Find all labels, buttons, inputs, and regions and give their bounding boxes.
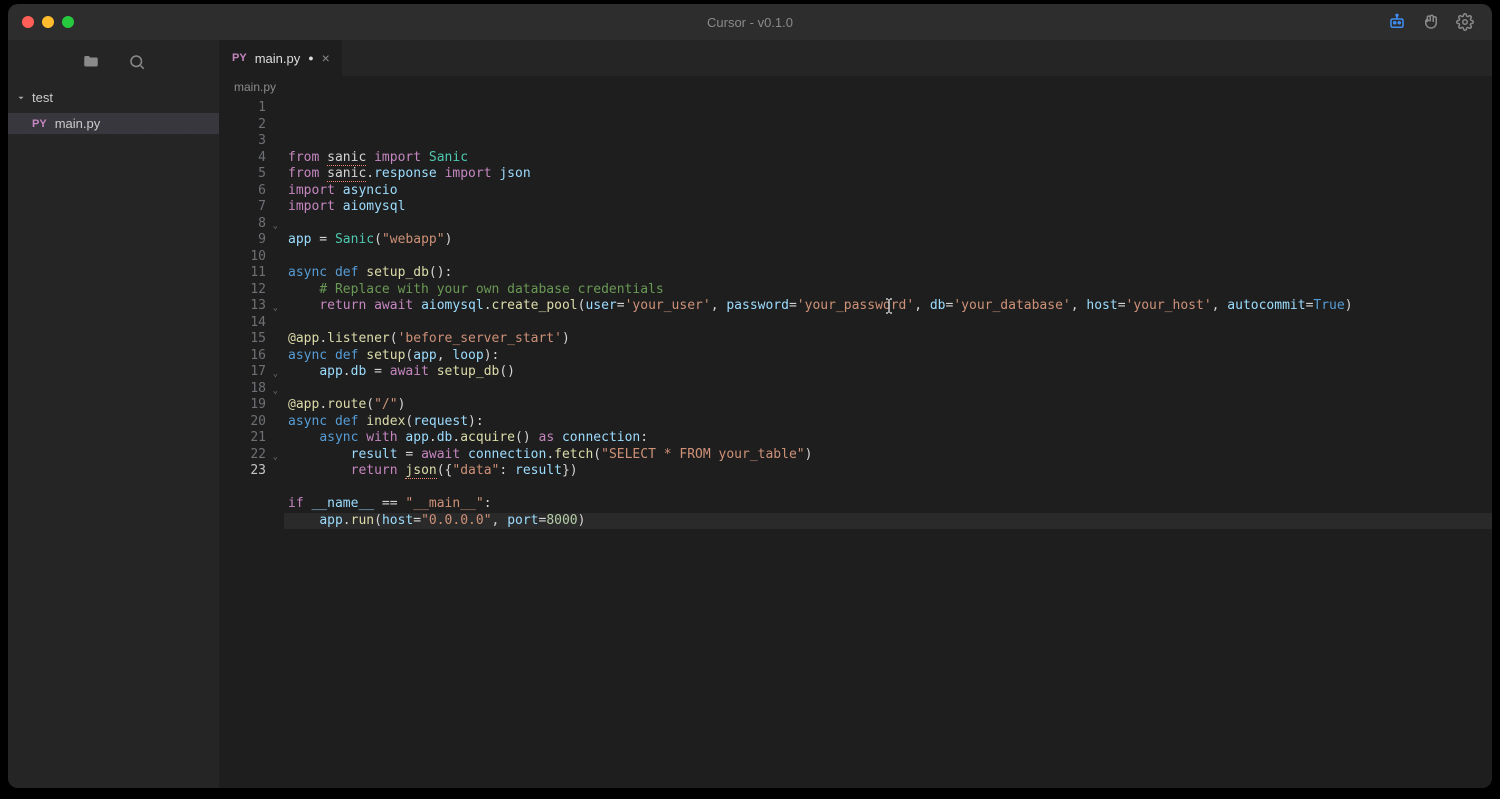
tree-item-main-py[interactable]: PY main.py (8, 113, 219, 134)
code-line[interactable]: async with app.db.acquire() as connectio… (284, 430, 1492, 447)
code-line[interactable]: async def setup(app, loop): (284, 348, 1492, 365)
fold-chevron-icon[interactable]: ⌄ (273, 366, 278, 383)
titlebar: Cursor - v0.1.0 (8, 4, 1492, 40)
code-line[interactable]: @app.listener('before_server_start') (284, 331, 1492, 348)
maximize-window-button[interactable] (62, 16, 74, 28)
code-line[interactable] (284, 249, 1492, 266)
line-number: 10 (220, 249, 266, 266)
close-window-button[interactable] (22, 16, 34, 28)
line-number: 8⌄ (220, 216, 266, 233)
main-area: test PYmain.py PY main.py ● × main.py 12… (8, 40, 1492, 788)
close-icon[interactable]: × (322, 51, 330, 65)
code-line[interactable]: return json({"data": result}) (284, 463, 1492, 480)
code-line[interactable]: # Replace with your own database credent… (284, 282, 1492, 299)
folder-header[interactable]: test (8, 84, 219, 111)
line-number: 23 (220, 463, 266, 480)
fold-chevron-icon[interactable]: ⌄ (273, 300, 278, 317)
code-line[interactable]: from sanic.response import json (284, 166, 1492, 183)
code-line[interactable]: import asyncio (284, 183, 1492, 200)
line-number: 22⌄ (220, 447, 266, 464)
line-number: 20 (220, 414, 266, 431)
line-number: 11 (220, 265, 266, 282)
code-line[interactable]: return await aiomysql.create_pool(user='… (284, 298, 1492, 315)
file-tree: PY main.py (8, 111, 219, 134)
robot-icon[interactable] (1388, 13, 1406, 31)
search-icon[interactable] (128, 53, 146, 71)
window-controls (8, 16, 74, 28)
line-number: 1 (220, 100, 266, 117)
editor-column: PY main.py ● × main.py 12345678⌄91011121… (220, 40, 1492, 788)
code-line[interactable]: app.run(host="0.0.0.0", port=8000) (284, 513, 1492, 530)
tab-bar: PY main.py ● × (220, 40, 1492, 76)
python-badge-icon: PY (232, 52, 247, 64)
wave-icon[interactable] (1422, 13, 1440, 31)
tab-dirty-indicator: ● (308, 53, 313, 63)
line-number: 16 (220, 348, 266, 365)
line-number: 12 (220, 282, 266, 299)
code-line[interactable]: if __name__ == "__main__": (284, 496, 1492, 513)
line-number: 3 (220, 133, 266, 150)
sidebar: test PY main.py (8, 40, 220, 788)
line-number: 18⌄ (220, 381, 266, 398)
line-number: 15 (220, 331, 266, 348)
folder-name: test (32, 90, 53, 105)
tree-item-label: main.py (55, 116, 101, 131)
code-content[interactable]: from sanic import Sanicfrom sanic.respon… (284, 98, 1492, 788)
code-line[interactable]: async def setup_db(): (284, 265, 1492, 282)
line-number: 14 (220, 315, 266, 332)
code-line[interactable] (284, 381, 1492, 398)
code-line[interactable]: import aiomysql (284, 199, 1492, 216)
code-line[interactable] (284, 480, 1492, 497)
fold-chevron-icon[interactable]: ⌄ (273, 449, 278, 466)
code-editor[interactable]: 12345678⌄910111213⌄14151617⌄18⌄19202122⌄… (220, 98, 1492, 788)
line-number: 2 (220, 117, 266, 134)
fold-chevron-icon[interactable]: ⌄ (273, 383, 278, 400)
code-line[interactable] (284, 315, 1492, 332)
line-number: 5 (220, 166, 266, 183)
code-line[interactable]: from sanic import Sanic (284, 150, 1492, 167)
line-number: 9 (220, 232, 266, 249)
breadcrumb[interactable]: main.py (220, 76, 1492, 98)
code-line[interactable]: result = await connection.fetch("SELECT … (284, 447, 1492, 464)
code-line[interactable]: @app.route("/") (284, 397, 1492, 414)
folder-icon[interactable] (82, 53, 100, 71)
python-badge-icon: PY (32, 118, 47, 130)
tab-filename: main.py (255, 51, 301, 66)
line-number: 4 (220, 150, 266, 167)
line-number: 17⌄ (220, 364, 266, 381)
fold-chevron-icon[interactable]: ⌄ (273, 218, 278, 235)
line-number: 21 (220, 430, 266, 447)
tab-main-py[interactable]: PY main.py ● × (220, 40, 343, 76)
code-line[interactable]: app = Sanic("webapp") (284, 232, 1492, 249)
line-number: 7 (220, 199, 266, 216)
titlebar-actions (1388, 13, 1492, 31)
gear-icon[interactable] (1456, 13, 1474, 31)
line-number: 19 (220, 397, 266, 414)
line-number: 13⌄ (220, 298, 266, 315)
window-title: Cursor - v0.1.0 (707, 15, 793, 30)
code-line[interactable]: async def index(request): (284, 414, 1492, 431)
app-window: Cursor - v0.1.0 (8, 4, 1492, 788)
code-line[interactable]: app.db = await setup_db() (284, 364, 1492, 381)
minimize-window-button[interactable] (42, 16, 54, 28)
chevron-down-icon (16, 92, 26, 104)
line-number: 6 (220, 183, 266, 200)
sidebar-icon-row (8, 40, 219, 84)
line-number-gutter: 12345678⌄910111213⌄14151617⌄18⌄19202122⌄… (220, 98, 284, 788)
code-line[interactable] (284, 216, 1492, 233)
